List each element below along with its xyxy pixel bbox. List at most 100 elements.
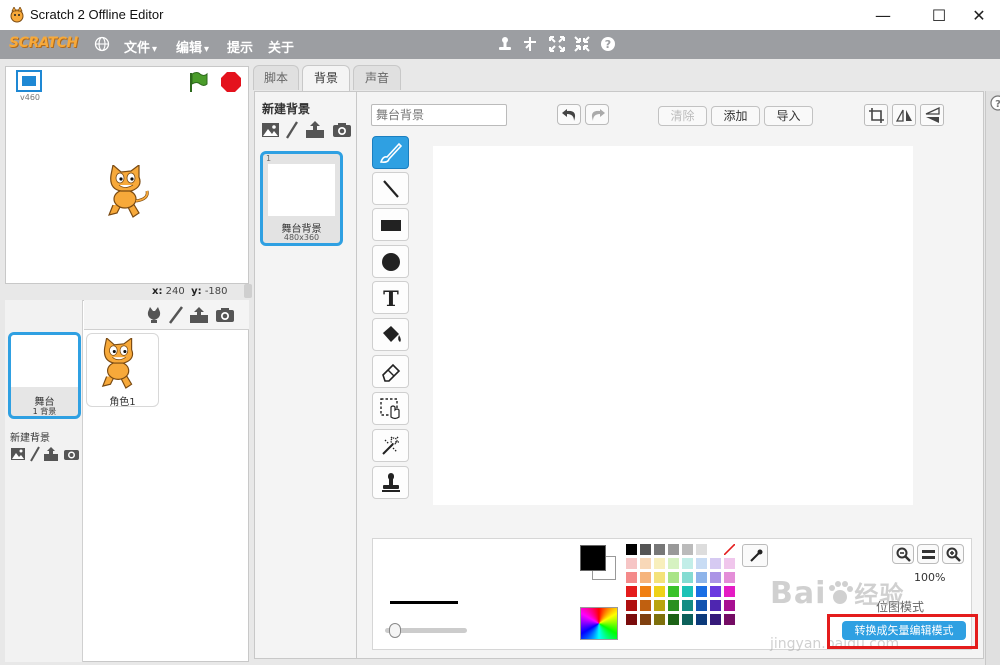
eraser-tool[interactable] [372,355,409,388]
color-swatch[interactable] [626,544,637,555]
color-swatch[interactable] [626,558,637,569]
zoom-out-button[interactable] [892,544,914,564]
fullscreen-icon[interactable] [16,70,42,92]
import-button[interactable]: 导入 [764,106,813,126]
minimize-button[interactable]: — [860,0,906,30]
color-swatch[interactable] [696,586,707,597]
tab-sounds[interactable]: 声音 [353,65,401,90]
stop-icon[interactable] [220,71,242,93]
collapse-stage-handle[interactable] [244,284,252,298]
line-tool[interactable] [372,172,409,205]
color-swatch[interactable] [710,572,721,583]
select-tool[interactable] [372,392,409,425]
color-swatch[interactable] [668,586,679,597]
close-button[interactable]: ✕ [956,0,1000,30]
color-swatch[interactable] [724,572,735,583]
color-swatch[interactable] [710,586,721,597]
color-swatch[interactable] [654,586,665,597]
color-swatch[interactable] [682,614,693,625]
camera-backdrop-icon-small[interactable] [63,447,80,461]
duplicate-icon[interactable] [497,36,513,52]
color-swatch[interactable] [654,558,665,569]
color-swatch[interactable] [668,558,679,569]
color-swatch[interactable] [710,614,721,625]
ellipse-tool[interactable] [372,245,409,278]
color-swatch[interactable] [724,614,735,625]
color-swatch[interactable] [668,600,679,611]
color-swatch[interactable] [626,572,637,583]
menu-edit[interactable]: 编辑 ▾ [176,37,209,56]
paint-canvas[interactable] [433,146,913,505]
language-globe-icon[interactable] [94,36,110,52]
primary-color[interactable] [580,545,606,571]
flip-vertical-button[interactable] [920,104,944,126]
fill-tool[interactable] [372,318,409,351]
upload-backdrop-icon[interactable] [305,120,325,139]
transparent-swatch[interactable] [723,543,736,556]
sprite-thumbnail[interactable]: 角色1 [86,333,159,408]
color-swatch[interactable] [682,586,693,597]
camera-backdrop-icon[interactable] [332,122,352,138]
grow-icon[interactable] [549,36,565,52]
tab-scripts[interactable]: 脚本 [253,65,299,90]
color-picker-gradient[interactable] [580,607,618,640]
color-swatch[interactable] [668,544,679,555]
backdrop-library-icon-small[interactable] [10,447,26,461]
color-swatch[interactable] [640,572,651,583]
zoom-in-button[interactable] [942,544,964,564]
color-swatch[interactable] [696,572,707,583]
costume-name-input[interactable] [371,104,507,126]
undo-button[interactable] [557,104,581,125]
color-swatch[interactable] [654,600,665,611]
shrink-icon[interactable] [574,36,590,52]
color-swatch[interactable] [626,614,637,625]
color-swatch[interactable] [682,544,693,555]
tab-backdrops[interactable]: 背景 [302,65,350,92]
zoom-reset-button[interactable] [917,544,939,564]
color-swatch[interactable] [724,600,735,611]
rectangle-tool[interactable] [372,208,409,241]
color-swatch[interactable] [710,544,721,555]
paint-backdrop-icon-small[interactable] [29,446,41,462]
color-swatch[interactable] [626,600,637,611]
color-swatch[interactable] [724,586,735,597]
color-swatch[interactable] [654,614,665,625]
menu-about[interactable]: 关于 [268,37,294,56]
color-swatch[interactable] [696,558,707,569]
green-flag-icon[interactable] [187,71,209,93]
color-swatch[interactable] [682,572,693,583]
color-swatch[interactable] [640,544,651,555]
color-swatch[interactable] [640,586,651,597]
upload-sprite-icon[interactable] [189,306,209,324]
help-icon[interactable]: ? [600,36,616,52]
stamp-tool[interactable] [372,466,409,499]
color-swatch[interactable] [710,600,721,611]
color-swatch[interactable] [696,600,707,611]
color-swatch[interactable] [668,572,679,583]
menu-tips[interactable]: 提示 [227,37,253,56]
color-swatch[interactable] [696,614,707,625]
paint-backdrop-icon[interactable] [285,121,299,139]
magic-select-tool[interactable] [372,429,409,462]
color-swatch[interactable] [724,558,735,569]
cut-icon[interactable] [522,36,538,52]
redo-button[interactable] [585,104,609,125]
upload-backdrop-icon-small[interactable] [43,446,59,462]
text-tool[interactable]: T [372,281,409,314]
scratch-logo[interactable]: SCRATCH [9,35,78,51]
color-swatch[interactable] [640,558,651,569]
stage-thumbnail[interactable]: 舞台 1 背景 [8,332,81,419]
add-button[interactable]: 添加 [711,106,760,126]
color-swatch[interactable] [626,586,637,597]
crop-button[interactable] [864,104,888,126]
color-swatch[interactable] [682,600,693,611]
color-swatch[interactable] [710,558,721,569]
clear-button[interactable]: 清除 [658,106,707,126]
flip-horizontal-button[interactable] [892,104,916,126]
color-swatch[interactable] [668,614,679,625]
camera-sprite-icon[interactable] [215,307,235,323]
help-tips-icon[interactable]: ? [988,95,1000,111]
color-swatch[interactable] [654,544,665,555]
backdrop-item[interactable]: 1 舞台背景 480x360 [260,151,343,246]
paint-new-sprite-icon[interactable] [168,306,184,324]
